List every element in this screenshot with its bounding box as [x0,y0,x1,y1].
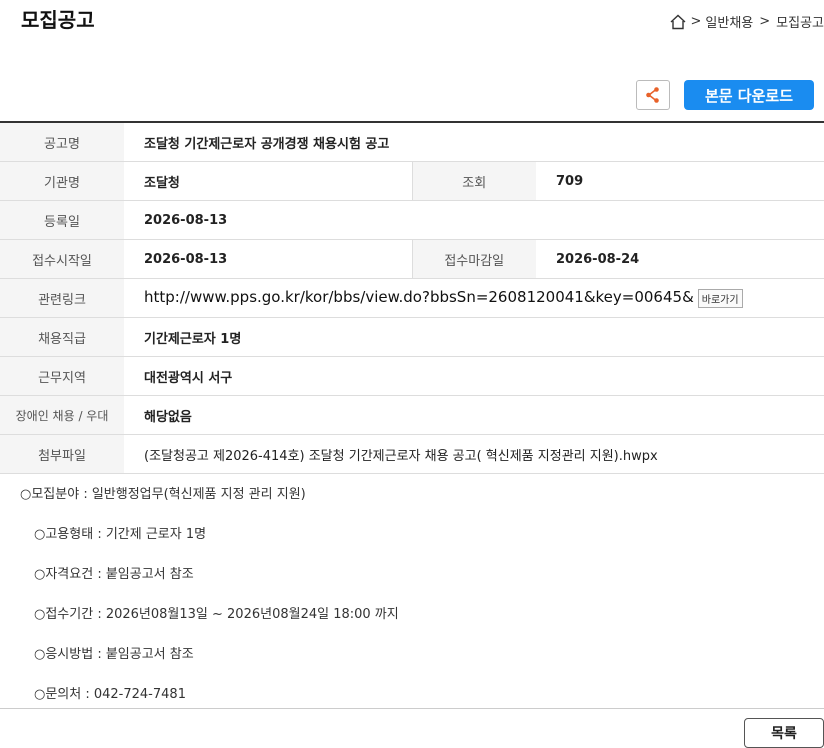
page-title: 모집공고 [21,8,95,32]
share-icon [646,87,659,103]
reg-date-value: 2026-08-13 [124,200,824,240]
breadcrumb-separator: > [690,14,702,29]
body-line-field: ○모집분야 : 일반행정업무(혁신제품 지정 관리 지원) [20,487,306,502]
breadcrumb-separator: > [759,14,771,29]
go-link-button[interactable]: 바로가기 [697,289,743,308]
notice-name-label: 공고명 [0,122,124,162]
table-row: 기관명 조달청 조회 709 [0,161,824,201]
reg-date-label: 등록일 [0,200,124,240]
attachment-link[interactable]: (조달청공고 제2026-414호) 조달청 기간제근로자 채용 공고( 혁신제… [124,434,824,474]
position-value: 기간제근로자 1명 [124,317,824,357]
body-line-contact: ○문의처 : 042-724-7481 [34,687,186,702]
breadcrumb-item-recruitment-notice[interactable]: 모집공고 [776,12,824,31]
table-row: 등록일 2026-08-13 [0,200,824,240]
location-label: 근무지역 [0,356,124,396]
body-line-employment-type: ○고용형태 : 기간제 근로자 1명 [34,527,207,542]
position-label: 채용직급 [0,317,124,357]
notice-info-table: 공고명 조달청 기간제근로자 공개경쟁 채용시험 공고 기관명 조달청 조회 7… [0,121,824,474]
table-row: 장애인 채용 / 우대 해당없음 [0,395,824,435]
breadcrumb: > 일반채용 > 모집공고 [669,12,824,31]
attachment-label: 첨부파일 [0,434,124,474]
breadcrumb-item-general-hiring[interactable]: 일반채용 [705,12,753,31]
views-label: 조회 [411,161,536,201]
disability-label: 장애인 채용 / 우대 [0,395,124,435]
table-row: 공고명 조달청 기간제근로자 공개경쟁 채용시험 공고 [0,122,824,162]
table-row: 채용직급 기간제근로자 1명 [0,317,824,357]
agency-value: 조달청 [124,161,412,201]
related-link-url[interactable]: http://www.pps.go.kr/kor/bbs/view.do?bbs… [144,288,694,306]
start-date-label: 접수시작일 [0,239,124,279]
location-value: 대전광역시 서구 [124,356,824,396]
body-line-period: ○접수기간 : 2026년08월13일 ~ 2026년08월24일 18:00 … [34,607,399,622]
agency-label: 기관명 [0,161,124,201]
start-date-value: 2026-08-13 [124,239,412,279]
end-date-label: 접수마감일 [411,239,536,279]
body-line-requirements: ○자격요건 : 붙임공고서 참조 [34,567,194,582]
table-row: 첨부파일 (조달청공고 제2026-414호) 조달청 기간제근로자 채용 공고… [0,434,824,474]
divider [0,708,824,709]
disability-value: 해당없음 [124,395,824,435]
home-icon[interactable] [669,13,687,31]
notice-name-value: 조달청 기간제근로자 공개경쟁 채용시험 공고 [124,122,824,162]
list-button[interactable]: 목록 [744,718,824,748]
views-value: 709 [536,161,824,201]
table-row: 접수시작일 2026-08-13 접수마감일 2026-08-24 [0,239,824,279]
download-body-button[interactable]: 본문 다운로드 [684,80,814,110]
related-link-cell: http://www.pps.go.kr/kor/bbs/view.do?bbs… [124,278,824,318]
related-link-label: 관련링크 [0,278,124,318]
table-row: 근무지역 대전광역시 서구 [0,356,824,396]
share-button[interactable] [636,80,670,110]
table-row: 관련링크 http://www.pps.go.kr/kor/bbs/view.d… [0,278,824,318]
body-line-method: ○응시방법 : 붙임공고서 참조 [34,647,194,662]
end-date-value: 2026-08-24 [536,239,824,279]
